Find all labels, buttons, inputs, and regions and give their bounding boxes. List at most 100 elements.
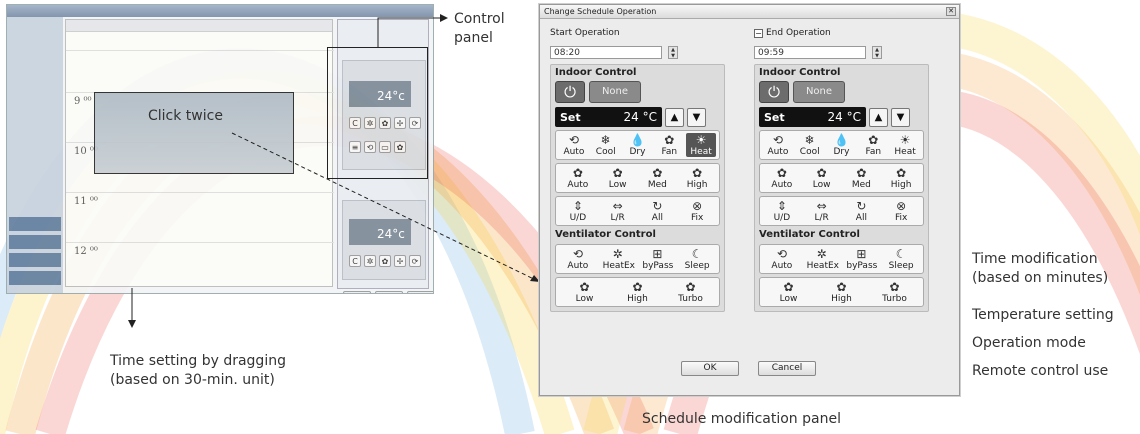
mode-button[interactable]: ✲ HeatEx xyxy=(807,247,839,272)
sidebar-item[interactable] xyxy=(9,271,61,285)
mode-button[interactable]: ✿ Turbo xyxy=(880,280,910,305)
mode-button[interactable]: ⟲ Auto xyxy=(563,247,593,272)
mode-button[interactable]: ☾ Sleep xyxy=(682,247,712,272)
schedule-nav-buttons xyxy=(343,291,433,293)
mode-button[interactable]: ✿ High xyxy=(827,280,857,305)
end-operation-column: − End Operation 09:59 ▲ ▼ Indoor Control … xyxy=(754,27,929,312)
mode-button[interactable]: ⊞ byPass xyxy=(846,247,877,272)
mode-button[interactable]: ✿ Fan xyxy=(654,133,684,158)
swing-fix-icon: ⊗ xyxy=(896,199,907,213)
temp-up-button[interactable]: ▲ xyxy=(869,107,888,127)
temp-down-button[interactable]: ▼ xyxy=(891,107,910,127)
cancel-button[interactable]: Cancel xyxy=(758,361,816,376)
set-label: Set xyxy=(560,110,581,124)
fan-icon: ✿ xyxy=(868,133,879,147)
click-twice-label: Click twice xyxy=(148,108,223,124)
mode-button[interactable]: ✿ High xyxy=(682,166,712,191)
dialog-title: Change Schedule Operation xyxy=(544,7,657,16)
schedule-titlebar xyxy=(7,5,433,17)
control-panel-callout: Control panel xyxy=(454,11,505,46)
mode-button[interactable]: ✿ Low xyxy=(774,280,804,305)
mode-row: ⟲ Auto ❄ Cool 💧 Dry ✿ Fan ☀ Heat xyxy=(555,130,720,160)
mode-button[interactable]: 💧 Dry xyxy=(826,133,856,158)
end-time-spinner[interactable]: ▲ ▼ xyxy=(872,45,882,59)
drag-selection-area[interactable] xyxy=(94,92,294,174)
mode-button[interactable]: ❄ Cool xyxy=(591,133,621,158)
mode-button[interactable]: ⇕ U/D xyxy=(563,199,593,224)
mini-vent-buttons[interactable]: C ✲ ✿ ✢ ⟳ xyxy=(349,255,421,267)
sidebar-item[interactable] xyxy=(9,217,61,231)
mode-label: Fan xyxy=(865,147,882,157)
power-icon[interactable]: ⏻ xyxy=(759,81,789,103)
mode-button[interactable]: ✿ Med xyxy=(846,166,876,191)
mode-button[interactable]: ✿ Med xyxy=(642,166,672,191)
mode-label: Sleep xyxy=(684,261,710,271)
control-panel-highlight xyxy=(327,47,428,179)
start-time-input[interactable]: 08:20 xyxy=(550,45,662,59)
temp-up-button[interactable]: ▲ xyxy=(665,107,684,127)
mode-button[interactable]: ✿ Turbo xyxy=(676,280,706,305)
mode-button[interactable]: ✿ High xyxy=(886,166,916,191)
mode-button[interactable]: ⟲ Auto xyxy=(767,247,797,272)
mode-button[interactable]: ⇕ U/D xyxy=(767,199,797,224)
cancel-button[interactable] xyxy=(407,291,433,293)
mode-button[interactable]: 💧 Dry xyxy=(622,133,652,158)
vent-auto-icon: ⟲ xyxy=(572,247,583,261)
ok-button[interactable]: OK xyxy=(681,361,739,376)
mode-button[interactable]: ☀ Heat xyxy=(890,133,920,158)
mode-label: Cool xyxy=(799,147,820,157)
temp-down-button[interactable]: ▼ xyxy=(687,107,706,127)
vent-speed-row: ✿ Low ✿ High ✿ Turbo xyxy=(759,277,924,307)
auto-icon: ⟲ xyxy=(568,133,579,147)
mode-label: Turbo xyxy=(678,294,703,304)
mode-button[interactable]: ☀ Heat xyxy=(686,133,717,157)
mode-button[interactable]: ✿ Low xyxy=(807,166,837,191)
schedule-tabs[interactable] xyxy=(66,20,332,32)
mode-label: Med xyxy=(851,180,871,190)
mode-button[interactable]: ⊞ byPass xyxy=(642,247,673,272)
fan-icon: ✿ xyxy=(664,133,675,147)
mode-button[interactable]: ⇔ L/R xyxy=(807,199,837,224)
cool-icon: ❄ xyxy=(600,133,611,147)
sidebar-item[interactable] xyxy=(9,235,61,249)
none-button[interactable]: None xyxy=(589,81,641,103)
mode-button[interactable]: ⊗ Fix xyxy=(886,199,916,224)
mode-label: Low xyxy=(779,294,798,304)
vent-low-icon: ✿ xyxy=(579,280,590,294)
mode-button[interactable]: ✿ Auto xyxy=(563,166,593,191)
swing-ud-icon: ⇕ xyxy=(572,199,583,213)
mode-button[interactable]: ☾ Sleep xyxy=(886,247,916,272)
vent-auto-icon: ⟲ xyxy=(776,247,787,261)
start-operation-label: Start Operation xyxy=(550,28,620,38)
mode-button[interactable]: ⟲ Auto xyxy=(559,133,589,158)
mode-button[interactable]: ⊗ Fix xyxy=(682,199,712,224)
mode-button[interactable]: ↻ All xyxy=(642,199,672,224)
end-indoor-control: Indoor Control ⏻ None Set 24 °C ▲ ▼ ⟲ Aut… xyxy=(754,64,929,312)
hour-row xyxy=(66,242,334,243)
mode-button[interactable]: ✿ High xyxy=(623,280,653,305)
end-operation-checkbox[interactable]: − xyxy=(754,28,763,38)
set-temperature-display: Set 24 °C xyxy=(759,107,866,127)
next-button[interactable] xyxy=(375,291,403,293)
none-button[interactable]: None xyxy=(793,81,845,103)
mode-button[interactable]: ⇔ L/R xyxy=(603,199,633,224)
mode-button[interactable]: ❄ Cool xyxy=(795,133,825,158)
power-icon[interactable]: ⏻ xyxy=(555,81,585,103)
mode-button[interactable]: ↻ All xyxy=(846,199,876,224)
end-time-input[interactable]: 09:59 xyxy=(754,45,866,59)
close-icon[interactable]: ✕ xyxy=(946,7,956,16)
fan-low-icon: ✿ xyxy=(816,166,827,180)
mode-button[interactable]: ✿ Auto xyxy=(767,166,797,191)
fan-high-icon: ✿ xyxy=(692,166,703,180)
mode-button[interactable]: ✲ HeatEx xyxy=(603,247,635,272)
mode-label: High xyxy=(890,180,912,190)
mode-label: Low xyxy=(575,294,594,304)
mode-button[interactable]: ✿ Low xyxy=(603,166,633,191)
mode-button[interactable]: ✿ Fan xyxy=(858,133,888,158)
mode-button[interactable]: ⟲ Auto xyxy=(763,133,793,158)
mode-button[interactable]: ✿ Low xyxy=(570,280,600,305)
start-time-spinner[interactable]: ▲ ▼ xyxy=(668,45,678,59)
previous-button[interactable] xyxy=(343,291,371,293)
mode-label: High xyxy=(831,294,852,304)
sidebar-item[interactable] xyxy=(9,253,61,267)
